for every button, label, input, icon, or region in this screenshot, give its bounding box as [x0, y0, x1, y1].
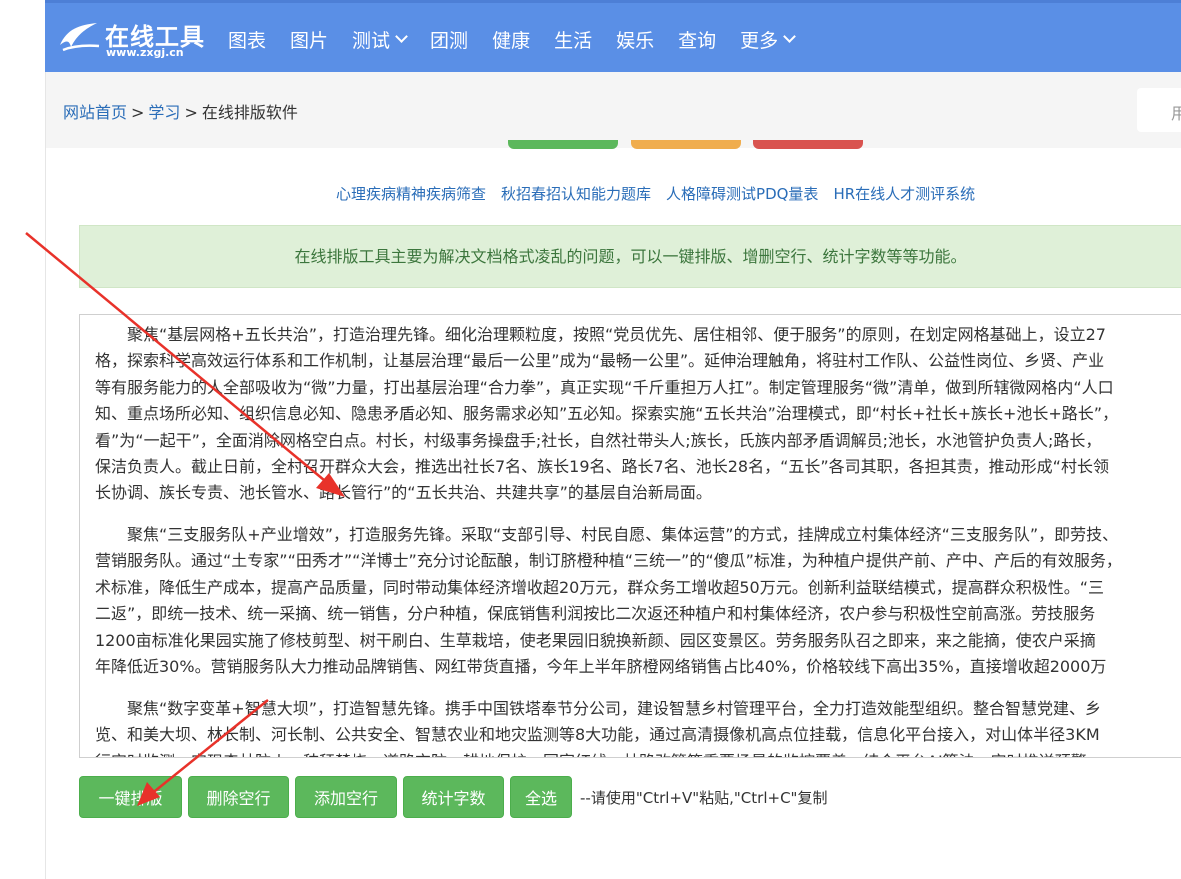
editor-line: 聚焦“数字变革+智慧大坝”，打造智慧先锋。携手中国铁塔奉节分公司，建设智慧乡村管…	[95, 699, 1101, 718]
nav-item-label: 团测	[430, 29, 469, 52]
editor-paragraph: 聚焦“数字变革+智慧大坝”，打造智慧先锋。携手中国铁塔奉节分公司，建设智慧乡村管…	[95, 696, 1181, 757]
related-links: 心理疾病精神疾病筛查 秋招春招认知能力题库 人格障碍测试PDQ量表 HR在线人才测评系…	[336, 183, 990, 204]
nav-item-6[interactable]: 娱乐	[616, 26, 654, 53]
nav-item-7[interactable]: 查询	[678, 26, 716, 53]
related-link[interactable]: HR在线人才测评系统	[833, 185, 975, 203]
logo-url: www.zxgj.cn	[106, 46, 184, 59]
chevron-down-icon	[395, 30, 408, 43]
breadcrumb-separator: >	[131, 103, 145, 122]
editor-line: 长协调、族长专责、池长管水、路长管行”的“五长共治、共建共享”的基层自治新局面。	[95, 483, 712, 503]
editor-line: 聚焦“基层网格+五长共治”，打造治理先锋。细化治理颗粒度，按照“党员优先、居住相…	[95, 325, 1106, 344]
editor-paragraph: 聚焦“三支服务队+产业增效”，打造服务先锋。采取“支部引导、村民自愿、集体运营”…	[95, 522, 1181, 680]
top-navigation-bar: 在线工具 www.zxgj.cn 图表 图片 测试 团测 健康 生活 娱乐 查询 更多	[45, 0, 1181, 72]
nav-item-label: 图表	[228, 29, 267, 52]
editor-line: 览、和美大坝、林长制、河长制、公共安全、智慧农业和地灾监测等8大功能，通过高清摄…	[95, 725, 1100, 745]
editor-line: 知、重点场所必知、组织信息必知、隐患矛盾必知、服务需求必知”五必知。探索实施“五…	[95, 404, 1119, 424]
editor-paragraph: 聚焦“基层网格+五长共治”，打造治理先锋。细化治理颗粒度，按照“党员优先、居住相…	[95, 322, 1181, 507]
nav-item-label: 生活	[554, 29, 593, 52]
select-all-button[interactable]: 全选	[510, 776, 572, 818]
related-link[interactable]: 秋招春招认知能力题库	[501, 185, 651, 203]
nav-item-label: 健康	[492, 29, 531, 52]
editor-line: 看”为“一起干”，全面消除网格空白点。村长，村级事务操盘手;社长，自然社带头人;…	[95, 430, 1102, 450]
editor-line: 等有服务能力的人全部吸收为“微”力量，打出基层治理“合力拳”，真正实现“千斤重担…	[95, 377, 1114, 397]
nav-item-0[interactable]: 图表	[228, 26, 266, 53]
tool-description-notice: 在线排版工具主要为解决文档格式凌乱的问题，可以一键排版、增删空行、统计字数等等功…	[79, 225, 1181, 288]
nav-item-label: 娱乐	[616, 29, 655, 52]
nav-item-label: 更多	[740, 29, 779, 52]
search-input[interactable]: 用	[1137, 88, 1181, 132]
editor-line: 年降低近30%。营销服务队大力推动品牌销售、网红带货直播，今年上半年脐橙网络销售…	[95, 656, 1107, 676]
breadcrumb-separator: >	[184, 103, 198, 122]
site-logo[interactable]: 在线工具 www.zxgj.cn	[57, 15, 207, 63]
related-link[interactable]: 人格障碍测试PDQ量表	[666, 185, 818, 203]
main-nav: 图表 图片 测试 团测 健康 生活 娱乐 查询 更多	[228, 3, 818, 75]
nav-item-label: 图片	[290, 29, 329, 52]
one-click-format-button[interactable]: 一键排版	[79, 776, 182, 818]
nav-item-3[interactable]: 团测	[430, 26, 468, 53]
nav-item-5[interactable]: 生活	[554, 26, 592, 53]
nav-item-2[interactable]: 测试	[352, 26, 408, 53]
count-words-button[interactable]: 统计字数	[403, 776, 504, 818]
green-tab-edge[interactable]	[508, 140, 618, 149]
editor-line: 1200亩标准化果园实施了修枝剪型、树干刷白、生草栽培，使老果园旧貌换新颜、园区…	[95, 630, 1096, 650]
nav-item-label: 测试	[352, 29, 391, 52]
breadcrumb-bar: 网站首页 > 学习 > 在线排版软件 用	[46, 72, 1181, 148]
editor-line: 营销服务队。通过“土专家”“田秀才”“洋博士”充分讨论酝酿，制订脐橙种植“三统一…	[95, 551, 1122, 571]
editor-line: 聚焦“三支服务队+产业增效”，打造服务先锋。采取“支部引导、村民自愿、集体运营”…	[95, 525, 1119, 544]
nav-item-1[interactable]: 图片	[290, 26, 328, 53]
editor-line: 行实时监测，实现森林防火、秸秆禁烧、道路交防、耕地保护、国家红线、林路改管等重要…	[95, 749, 1181, 757]
editor-line: 二返”，即统一技术、统一采摘、统一销售，分户种植，保底销售利润按比二次返还种植户…	[95, 604, 1096, 624]
breadcrumb-section-link[interactable]: 学习	[148, 103, 180, 122]
nav-item-4[interactable]: 健康	[492, 26, 530, 53]
related-link[interactable]: 心理疾病精神疾病筛查	[336, 185, 486, 203]
search-placeholder: 用	[1171, 104, 1181, 123]
editor-line: 格，探索科学高效运行体系和工作机制，让基层治理“最后一公里”成为“最畅一公里”。…	[95, 351, 1105, 371]
breadcrumb: 网站首页 > 学习 > 在线排版软件	[63, 99, 298, 123]
chevron-down-icon	[783, 30, 797, 43]
logo-swoosh-icon	[60, 23, 100, 52]
editor-line: 保洁负责人。截止日前，全村召开群众大会，推选出社长7名、族长19名、路长7名、池…	[95, 456, 1109, 476]
breadcrumb-current: 在线排版软件	[201, 103, 298, 122]
editor-line: 术标准，降低生产成本，提高产品质量，同时带动集体经济增收超20万元，群众务工增收…	[95, 577, 1105, 597]
add-blank-lines-button[interactable]: 添加空行	[295, 776, 397, 818]
action-buttons: 一键排版 删除空行 添加空行 统计字数 全选 --请使用"Ctrl+V"粘贴,"…	[79, 776, 827, 818]
red-tab-edge[interactable]	[753, 140, 863, 149]
text-editor-textarea[interactable]: 聚焦“基层网格+五长共治”，打造治理先锋。细化治理颗粒度，按照“党员优先、居住相…	[79, 314, 1181, 758]
nav-item-8[interactable]: 更多	[740, 26, 797, 53]
orange-tab-edge[interactable]	[631, 140, 741, 149]
paste-copy-hint: --请使用"Ctrl+V"粘贴,"Ctrl+C"复制	[580, 788, 828, 807]
delete-blank-lines-button[interactable]: 删除空行	[188, 776, 289, 818]
breadcrumb-home-link[interactable]: 网站首页	[63, 103, 127, 122]
nav-item-label: 查询	[678, 29, 717, 52]
